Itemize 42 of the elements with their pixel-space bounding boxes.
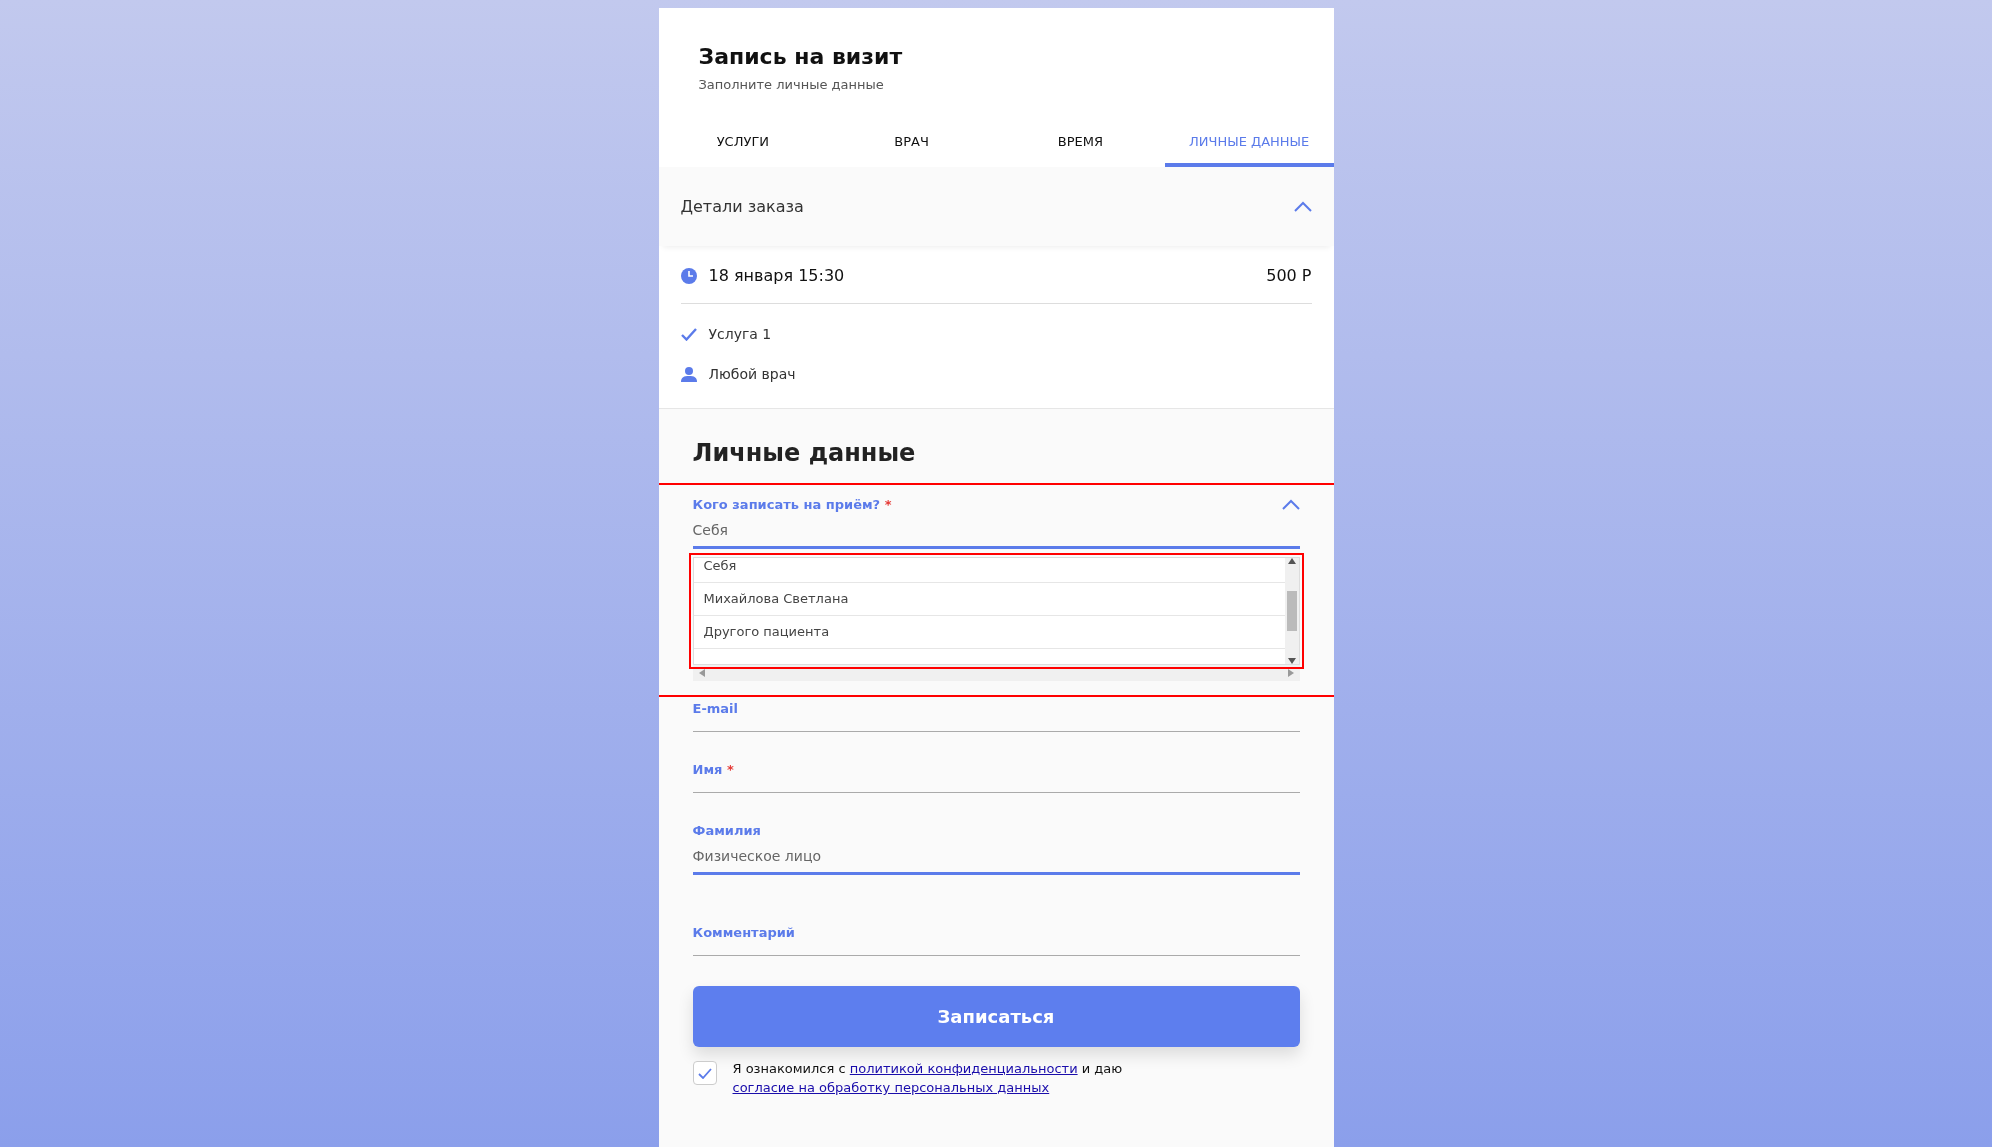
text-field[interactable]: Комментарий bbox=[692, 925, 1300, 956]
page-subtitle: Заполните личные данные bbox=[698, 77, 885, 92]
field-value: Физическое лицо bbox=[692, 848, 822, 864]
price: 500 Р bbox=[1266, 266, 1312, 285]
scrollbar-thumb[interactable] bbox=[1286, 591, 1297, 631]
field-label: Имя * bbox=[692, 762, 735, 777]
step-tab[interactable]: ВРЕМЯ bbox=[996, 122, 1165, 167]
text-field[interactable]: Имя * bbox=[692, 762, 1300, 793]
chevron-icon[interactable] bbox=[1281, 499, 1300, 510]
section-title: Личные данные bbox=[692, 439, 917, 467]
text-field[interactable]: Фамилия Физическое лицо bbox=[692, 823, 1300, 875]
doctor-name: Любой врач bbox=[708, 366, 796, 382]
patient-select[interactable]: Кого записать на приём? * Себя bbox=[692, 497, 1300, 549]
person-icon bbox=[680, 366, 697, 382]
text-field[interactable]: E-mail bbox=[692, 701, 1300, 732]
service-name: Услуга 1 bbox=[708, 326, 772, 342]
step-tab[interactable]: УСЛУГИ bbox=[658, 122, 828, 167]
option-item[interactable]: Михайлова Светлана bbox=[693, 583, 1285, 616]
option-item[interactable]: Себя bbox=[693, 558, 1285, 583]
consent-text: Я ознакомился с политикой конфиденциальности и даю согласие на обработку персональных данных bbox=[732, 1060, 1123, 1097]
order-details-toggle[interactable]: Детали заказа bbox=[658, 167, 1334, 246]
check-icon bbox=[680, 327, 697, 341]
vertical-scrollbar[interactable] bbox=[1284, 558, 1299, 664]
privacy-policy-link[interactable]: политикой конфиденциальности bbox=[849, 1061, 1078, 1076]
chevron-icon[interactable] bbox=[1293, 201, 1312, 212]
scroll-right-icon[interactable] bbox=[1287, 669, 1294, 677]
step-tab[interactable]: ВРАЧ bbox=[827, 122, 996, 167]
consent-checkbox[interactable] bbox=[692, 1061, 717, 1085]
scroll-left-icon[interactable] bbox=[698, 669, 705, 677]
field-label: Комментарий bbox=[692, 925, 796, 940]
field-label: Фамилия bbox=[692, 823, 762, 838]
select-value: Себя bbox=[692, 522, 729, 538]
clock-icon bbox=[680, 267, 697, 284]
page-title: Запись на визит bbox=[698, 44, 904, 69]
field-label: Кого записать на приём? * bbox=[692, 497, 892, 512]
scroll-up-icon[interactable] bbox=[1287, 558, 1296, 564]
appointment-datetime: 18 января 15:30 bbox=[708, 266, 845, 285]
data-consent-link[interactable]: согласие на обработку персональных данных bbox=[732, 1080, 1050, 1095]
submit-button[interactable]: Записаться bbox=[692, 986, 1300, 1047]
check-icon bbox=[697, 1067, 712, 1079]
option-item[interactable]: Другого пациента bbox=[693, 616, 1285, 649]
field-label: E-mail bbox=[692, 701, 739, 716]
